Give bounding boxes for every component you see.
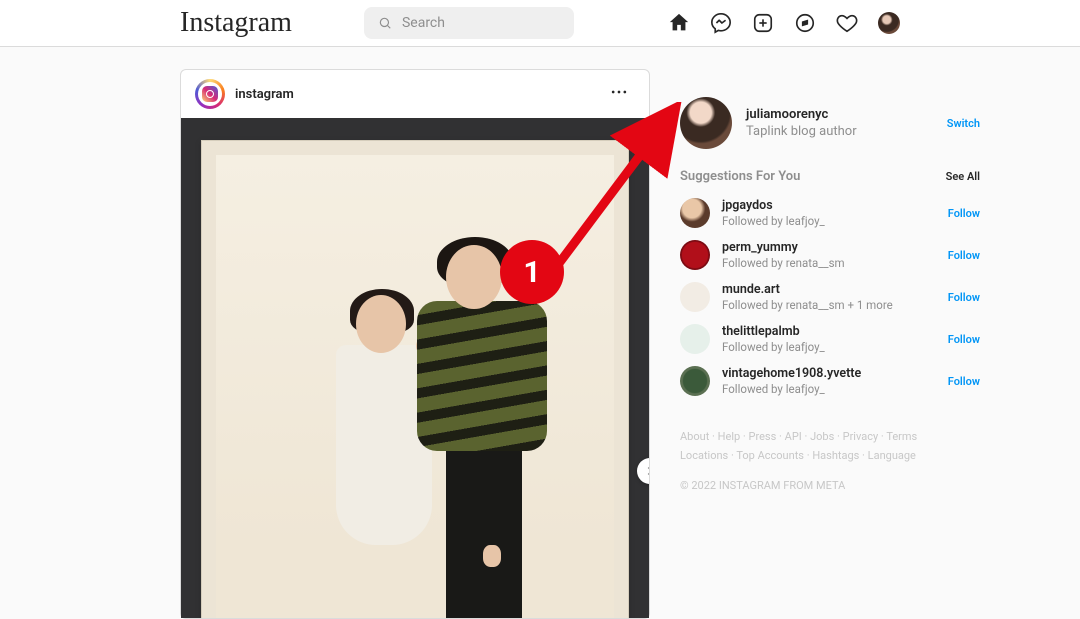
footer-link[interactable]: Terms — [886, 430, 917, 443]
suggestion-avatar[interactable] — [680, 198, 710, 228]
suggestion-avatar[interactable] — [680, 324, 710, 354]
follow-button[interactable]: Follow — [948, 291, 980, 304]
messenger-icon[interactable] — [710, 12, 732, 34]
footer-link[interactable]: Hashtags — [812, 449, 859, 462]
suggestion-row: munde.artFollowed by renata__sm + 1 more… — [680, 278, 980, 320]
feed-post-card: instagram — [180, 69, 650, 619]
suggestion-subtext: Followed by renata__sm — [722, 256, 845, 270]
post-header: instagram — [181, 70, 649, 118]
nav-icon-group — [668, 12, 900, 34]
suggestion-subtext: Followed by renata__sm + 1 more — [722, 298, 893, 312]
suggestion-row: thelittlepalmbFollowed by leafjoy_ Follow — [680, 320, 980, 362]
suggestion-username[interactable]: jpgaydos — [722, 198, 825, 213]
search-icon — [378, 16, 392, 30]
footer-links: About · Help · Press · API · Jobs · Priv… — [680, 428, 980, 465]
suggestion-subtext: Followed by leafjoy_ — [722, 382, 861, 396]
current-user-block: juliamoorenyc Taplink blog author Switch — [680, 97, 980, 149]
post-image[interactable] — [181, 118, 649, 618]
footer-link[interactable]: Help — [718, 430, 741, 443]
current-user-subtitle: Taplink blog author — [746, 124, 857, 139]
suggestion-subtext: Followed by leafjoy_ — [722, 214, 825, 228]
footer-link[interactable]: Privacy — [843, 430, 879, 443]
follow-button[interactable]: Follow — [948, 333, 980, 346]
suggestion-username[interactable]: munde.art — [722, 282, 893, 297]
instagram-logo[interactable]: Instagram — [180, 7, 292, 39]
home-icon[interactable] — [668, 12, 690, 34]
instagram-glyph-icon — [202, 86, 218, 102]
current-user-username[interactable]: juliamoorenyc — [746, 107, 857, 122]
footer-link[interactable]: Locations — [680, 449, 728, 462]
activity-heart-icon[interactable] — [836, 12, 858, 34]
main-content: instagram — [0, 47, 1080, 619]
suggestion-username[interactable]: perm_yummy — [722, 240, 845, 255]
follow-button[interactable]: Follow — [948, 207, 980, 220]
post-author-username[interactable]: instagram — [235, 87, 294, 102]
footer-link[interactable]: About — [680, 430, 709, 443]
profile-avatar[interactable] — [878, 12, 900, 34]
new-post-icon[interactable] — [752, 12, 774, 34]
follow-button[interactable]: Follow — [948, 249, 980, 262]
follow-button[interactable]: Follow — [948, 375, 980, 388]
footer-link[interactable]: Language — [868, 449, 916, 462]
footer-link[interactable]: Press — [749, 430, 777, 443]
footer-link[interactable]: Jobs — [810, 430, 834, 443]
switch-account-button[interactable]: Switch — [947, 117, 980, 130]
suggestion-row: perm_yummyFollowed by renata__sm Follow — [680, 236, 980, 278]
suggestion-avatar[interactable] — [680, 282, 710, 312]
more-dots-icon — [609, 82, 629, 102]
see-all-button[interactable]: See All — [946, 170, 980, 183]
suggestion-row: vintagehome1908.yvetteFollowed by leafjo… — [680, 362, 980, 404]
right-sidebar: juliamoorenyc Taplink blog author Switch… — [680, 69, 980, 619]
current-user-avatar[interactable] — [680, 97, 732, 149]
post-more-options-button[interactable] — [603, 76, 635, 112]
explore-icon[interactable] — [794, 12, 816, 34]
chevron-right-icon — [643, 464, 649, 478]
polaroid-frame — [201, 140, 629, 618]
post-author-avatar[interactable] — [195, 79, 225, 109]
search-input[interactable]: Search — [364, 7, 574, 39]
suggestion-avatar[interactable] — [680, 366, 710, 396]
polaroid-photo — [216, 155, 614, 618]
suggestion-subtext: Followed by leafjoy_ — [722, 340, 825, 354]
suggestion-username[interactable]: vintagehome1908.yvette — [722, 366, 861, 381]
carousel-next-button[interactable] — [637, 458, 649, 484]
person-figure-right — [411, 245, 571, 618]
footer-link[interactable]: API — [785, 430, 802, 443]
search-placeholder: Search — [402, 15, 445, 31]
suggestion-avatar[interactable] — [680, 240, 710, 270]
footer-link[interactable]: Top Accounts — [736, 449, 804, 462]
top-nav-bar: Instagram Search — [0, 0, 1080, 47]
suggestions-title: Suggestions For You — [680, 169, 800, 184]
suggestion-username[interactable]: thelittlepalmb — [722, 324, 825, 339]
suggestions-header: Suggestions For You See All — [680, 169, 980, 184]
suggestions-list: jpgaydosFollowed by leafjoy_Followperm_y… — [680, 194, 980, 404]
footer-copyright: © 2022 INSTAGRAM FROM META — [680, 479, 980, 492]
suggestion-row: jpgaydosFollowed by leafjoy_ Follow — [680, 194, 980, 236]
